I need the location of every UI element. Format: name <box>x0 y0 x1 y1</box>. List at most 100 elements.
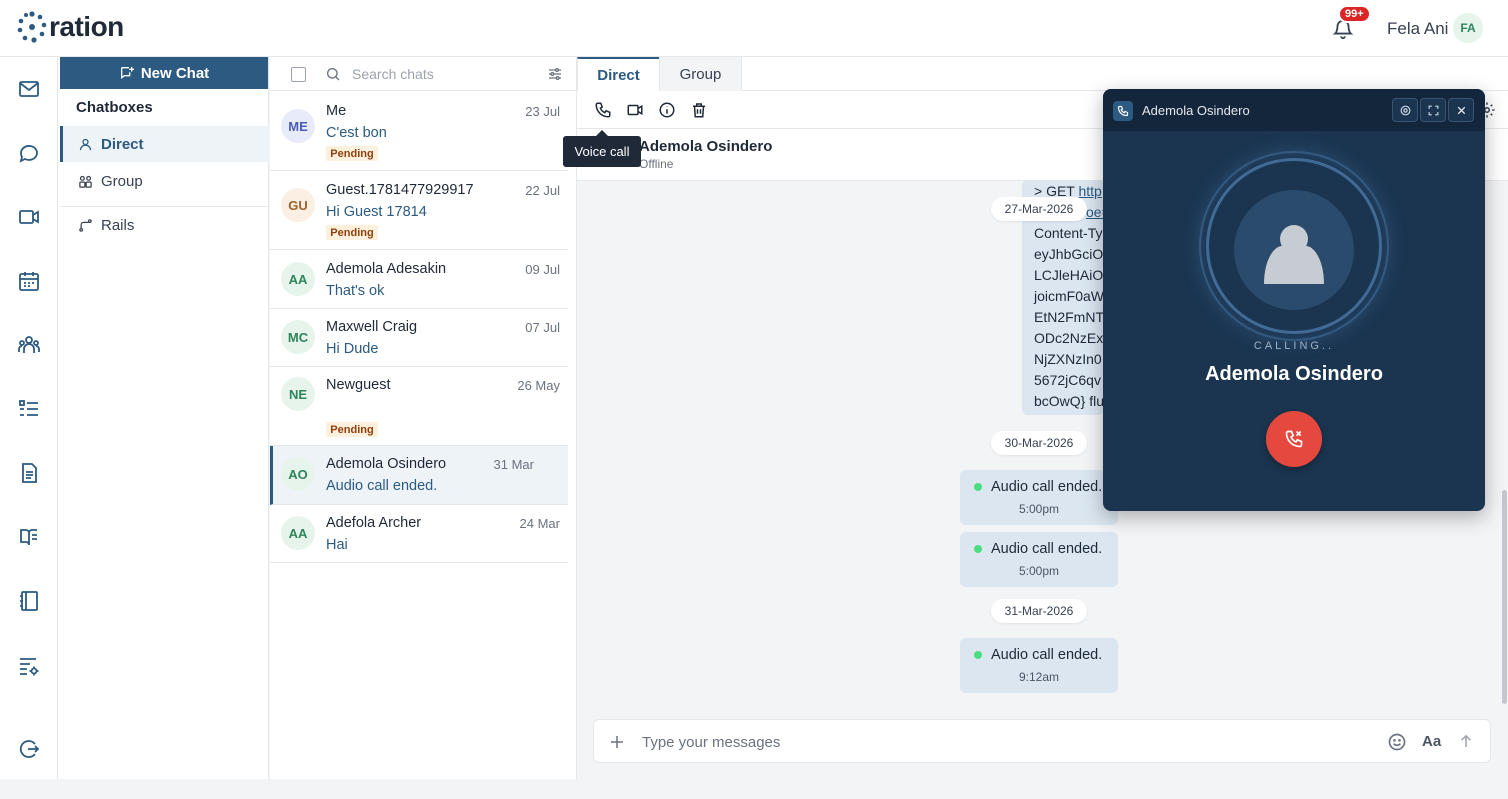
chat-avatar: ME <box>281 109 315 143</box>
status-dot <box>974 651 982 659</box>
code-link[interactable]: oe= <box>1086 204 1104 220</box>
user-icon <box>79 138 92 150</box>
trash-icon[interactable] <box>690 101 708 119</box>
settings-list-icon[interactable] <box>17 654 41 678</box>
notebook-icon[interactable] <box>17 589 41 613</box>
info-icon[interactable] <box>658 101 676 119</box>
chat-avatar: GU <box>281 188 315 222</box>
chat-row-guest[interactable]: GU Guest.1781477929917 22 Jul Hi Guest 1… <box>270 171 568 250</box>
call-message-time: 5:00pm <box>1018 502 1060 516</box>
call-settings-button[interactable] <box>1392 98 1418 122</box>
pending-badge: Pending <box>326 225 378 240</box>
code-line: ODc2NzEx <box>1034 330 1104 346</box>
calendar-icon[interactable] <box>17 269 41 293</box>
chat-name: Adefola Archer <box>326 515 422 531</box>
message-input[interactable] <box>642 731 1342 753</box>
new-chat-button[interactable]: New Chat <box>60 57 268 89</box>
chatbox-item-label: Group <box>101 172 143 190</box>
chatbox-item-direct[interactable]: Direct <box>60 126 269 162</box>
chat-avatar: AA <box>281 262 315 296</box>
call-message-time: 5:00pm <box>1018 564 1060 578</box>
chat-tabs: Direct Group <box>577 57 1508 91</box>
chat-date: 31 Mar <box>493 457 534 472</box>
filter-icon[interactable] <box>547 66 563 82</box>
chat-date: 09 Jul <box>525 262 560 277</box>
chat-row-ademola-adesakin[interactable]: AA Ademola Adesakin 09 Jul That's ok <box>270 250 568 309</box>
hang-up-button[interactable] <box>1266 411 1322 467</box>
status-dot <box>974 545 982 553</box>
call-message-bubble: Audio call ended. 5:00pm <box>960 470 1118 525</box>
user-avatar[interactable]: FA <box>1453 13 1483 43</box>
chat-avatar: NE <box>281 377 315 411</box>
messages-scrollbar[interactable] <box>1502 490 1507 704</box>
book-open-icon[interactable] <box>17 525 41 549</box>
phone-end-icon <box>1285 430 1303 448</box>
user-name[interactable]: Fela Ani <box>1387 19 1448 39</box>
tab-direct[interactable]: Direct <box>577 57 660 91</box>
chat-preview: That's ok <box>326 283 385 299</box>
chat-preview: Hi Dude <box>326 341 379 357</box>
code-line: NjZXNzIn0 <box>1034 351 1102 367</box>
people-icon[interactable] <box>17 333 41 357</box>
call-popup-title: Ademola Osindero <box>1142 103 1250 118</box>
search-input[interactable] <box>352 63 532 85</box>
chat-row-adefola-archer[interactable]: AA Adefola Archer 24 Mar Hai <box>270 505 568 563</box>
code-line: 5672jC6qv <box>1034 372 1101 388</box>
call-message-text: Audio call ended. <box>991 479 1103 495</box>
call-close-button[interactable] <box>1448 98 1474 122</box>
chatboxes-panel: New Chat Chatboxes Direct Group Rails <box>58 57 269 779</box>
call-message-text: Audio call ended. <box>991 647 1103 663</box>
chat-date: 24 Mar <box>519 516 560 531</box>
video-call-icon[interactable] <box>626 101 644 119</box>
caller-avatar <box>1234 190 1354 310</box>
code-line: bcOwQ} flu <box>1034 393 1104 409</box>
new-chat-label: New Chat <box>140 64 210 82</box>
calling-name: Ademola Osindero <box>1205 363 1383 385</box>
date-pill: 31-Mar-2026 <box>991 599 1087 623</box>
search-icon <box>327 68 340 81</box>
chatbox-item-group[interactable]: Group <box>60 163 269 199</box>
call-popup: Ademola Osindero CALLING.. Ademola Osind… <box>1103 89 1485 511</box>
plus-icon[interactable] <box>608 733 626 751</box>
nav-rail <box>0 57 58 779</box>
group-icon <box>79 175 92 188</box>
logout-icon[interactable] <box>17 737 41 761</box>
chat-preview: Hai <box>326 537 348 553</box>
list-icon[interactable] <box>17 397 41 421</box>
code-line: eyJhbGciO <box>1034 246 1104 262</box>
code-link[interactable]: http <box>1078 183 1101 199</box>
call-fullscreen-button[interactable] <box>1420 98 1446 122</box>
chat-date: 22 Jul <box>525 183 560 198</box>
app-logo[interactable]: ration <box>16 10 124 44</box>
chat-avatar: AO <box>281 457 315 491</box>
voice-call-tooltip: Voice call <box>563 130 641 167</box>
call-popup-header[interactable]: Ademola Osindero <box>1103 89 1485 131</box>
pending-badge: Pending <box>326 422 378 437</box>
chat-row-me[interactable]: ME Me 23 Jul C'est bon Pending <box>270 92 568 171</box>
chat-row-ademola-osindero[interactable]: AO Ademola Osindero 31 Mar Audio call en… <box>270 446 568 505</box>
notification-badge: 99+ <box>1338 5 1371 23</box>
tab-group[interactable]: Group <box>659 57 742 91</box>
logo-gear-icon <box>17 11 47 43</box>
video-icon[interactable] <box>17 205 41 229</box>
chat-preview: Audio call ended. <box>326 478 438 494</box>
chat-row-newguest[interactable]: NE Newguest 26 May Pending <box>270 367 568 446</box>
date-pill: 30-Mar-2026 <box>991 431 1087 455</box>
voice-call-icon[interactable] <box>594 101 612 119</box>
gear-icon <box>1400 105 1410 115</box>
status-dot <box>974 483 982 491</box>
chat-icon[interactable] <box>17 141 41 165</box>
chat-row-maxwell-craig[interactable]: MC Maxwell Craig 07 Jul Hi Dude <box>270 309 568 367</box>
document-icon[interactable] <box>17 461 41 485</box>
emoji-icon[interactable] <box>1387 732 1407 752</box>
chatbox-item-rails[interactable]: Rails <box>60 207 269 243</box>
call-message-bubble: Audio call ended. 9:12am <box>960 638 1118 693</box>
send-arrow-icon[interactable] <box>1457 732 1475 750</box>
mail-icon[interactable] <box>17 77 41 101</box>
chatbox-item-label: Rails <box>101 216 135 234</box>
select-all-checkbox[interactable] <box>291 67 306 82</box>
message-composer: Aa <box>593 719 1491 763</box>
font-format-button[interactable]: Aa <box>1422 733 1441 750</box>
chat-name: Guest.1781477929917 <box>326 182 474 198</box>
phone-icon <box>1113 101 1133 121</box>
